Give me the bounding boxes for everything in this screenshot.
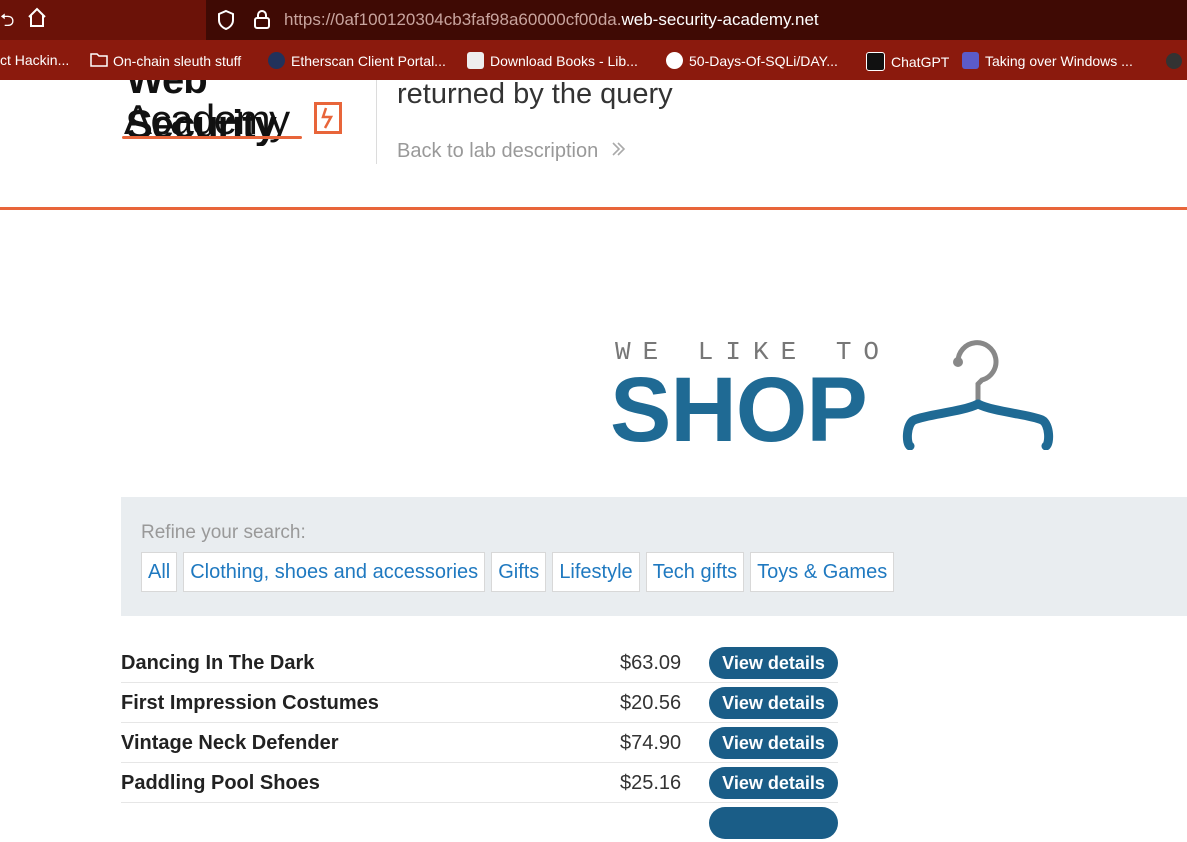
table-row-partial	[121, 803, 838, 842]
category-filters: All Clothing, shoes and accessories Gift…	[141, 552, 895, 592]
product-name: First Impression Costumes	[121, 692, 379, 714]
partial-view-details-button[interactable]	[709, 807, 838, 839]
bookmark-label: Taking over Windows ...	[985, 52, 1133, 69]
bookmark-site-icon	[962, 52, 979, 69]
filter-lifestyle[interactable]: Lifestyle	[552, 552, 640, 592]
view-details-button[interactable]: View details	[709, 687, 838, 719]
product-price: $25.16	[620, 772, 682, 794]
product-price: $74.90	[620, 732, 682, 754]
bookmark-label: Etherscan Client Portal...	[291, 52, 446, 69]
chatgpt-icon	[866, 52, 885, 71]
bookmark-label: 50-Days-Of-SQLi/DAY...	[689, 52, 838, 69]
bookmark-item[interactable]: Etherscan Client Portal...	[268, 52, 446, 69]
github-icon	[666, 52, 683, 69]
table-row: Dancing In The Dark $63.09 View details	[121, 643, 838, 683]
shield-icon[interactable]	[216, 9, 236, 36]
header-rule	[0, 207, 1187, 210]
filter-toys-games[interactable]: Toys & Games	[750, 552, 895, 592]
shop-heading: SHOP	[610, 359, 868, 461]
url-text[interactable]: https://0af100120304cb3faf98a60000cf00da…	[284, 10, 819, 30]
logo-underline	[122, 136, 302, 139]
url-domain: web-security-academy.net	[621, 10, 819, 29]
view-details-button[interactable]: View details	[709, 727, 838, 759]
table-row: Paddling Pool Shoes $25.16 View details	[121, 763, 838, 803]
table-row: Vintage Neck Defender $74.90 View detail…	[121, 723, 838, 763]
back-arrow-icon[interactable]: ⮌	[0, 8, 14, 38]
bookmark-label: ChatGPT	[891, 53, 950, 70]
view-details-button[interactable]: View details	[709, 647, 838, 679]
url-prefix: https://0af100120304cb3faf98a60000cf00da…	[284, 10, 622, 29]
logo-bolt-icon	[314, 102, 342, 134]
bookmark-item[interactable]: 50-Days-Of-SQLi/DAY...	[666, 52, 838, 69]
clothes-hanger-icon	[900, 338, 1056, 455]
back-link-label: Back to lab description	[397, 140, 599, 162]
lock-icon[interactable]	[252, 8, 272, 35]
bookmark-item[interactable]: Taking over Windows ...	[962, 52, 1133, 69]
web-security-academy-logo[interactable]: Web Security Academy	[122, 80, 362, 146]
github-icon[interactable]	[1164, 52, 1184, 75]
filter-gifts[interactable]: Gifts	[491, 552, 547, 592]
bookmark-item[interactable]: ct Hackin...	[0, 52, 69, 68]
view-details-button[interactable]: View details	[709, 767, 838, 799]
back-to-lab-link[interactable]: Back to lab description	[397, 140, 626, 163]
bookmark-label: On-chain sleuth stuff	[113, 53, 242, 69]
bookmark-label: Download Books - Lib...	[490, 52, 638, 69]
filter-all[interactable]: All	[141, 552, 178, 592]
product-table: Dancing In The Dark $63.09 View details …	[121, 643, 838, 842]
home-icon[interactable]	[26, 6, 48, 35]
lab-title: returned by the query	[397, 78, 673, 110]
table-row: First Impression Costumes $20.56 View de…	[121, 683, 838, 723]
refine-search-label: Refine your search:	[141, 522, 306, 543]
product-name: Vintage Neck Defender	[121, 732, 339, 754]
etherscan-icon	[268, 52, 285, 69]
product-name: Dancing In The Dark	[121, 652, 315, 674]
bookmark-item[interactable]: Download Books - Lib...	[467, 52, 638, 69]
product-name: Paddling Pool Shoes	[121, 772, 320, 794]
header-divider	[376, 80, 377, 164]
filter-tech-gifts[interactable]: Tech gifts	[645, 552, 745, 592]
bookmark-item[interactable]: ChatGPT	[866, 52, 949, 71]
bookmark-label: ct Hackin...	[0, 52, 70, 68]
library-icon	[467, 52, 484, 69]
product-price: $63.09	[620, 652, 682, 674]
bookmark-item[interactable]: On-chain sleuth stuff	[90, 52, 241, 70]
double-chevron-right-icon	[610, 140, 626, 162]
product-price: $20.56	[620, 692, 682, 714]
filter-clothing[interactable]: Clothing, shoes and accessories	[183, 552, 486, 592]
folder-icon	[90, 52, 108, 70]
